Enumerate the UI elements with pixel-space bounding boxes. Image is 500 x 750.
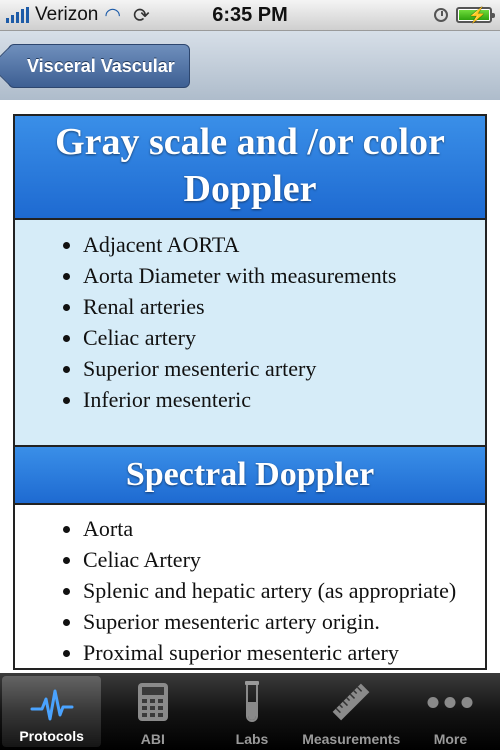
list-item: Aorta Diameter with measurements bbox=[83, 260, 485, 291]
tab-more[interactable]: More bbox=[401, 673, 500, 750]
tab-label: ABI bbox=[140, 731, 165, 747]
list-item: Inferior mesenteric bbox=[83, 384, 485, 415]
navigation-bar: Visceral Vascular bbox=[0, 31, 500, 101]
status-time: 6:35 PM bbox=[212, 4, 288, 26]
back-button-label: Visceral Vascular bbox=[27, 56, 175, 76]
protocol-table: Gray scale and /or color Doppler Adjacen… bbox=[13, 114, 487, 670]
tab-label: Labs bbox=[235, 731, 269, 747]
tab-labs[interactable]: Labs bbox=[202, 673, 301, 750]
list-item: Adjacent AORTA bbox=[83, 229, 485, 260]
tab-label: More bbox=[433, 731, 468, 747]
tab-measurements[interactable]: Measurements bbox=[302, 673, 401, 750]
list-item: Aorta bbox=[83, 513, 485, 544]
tab-label: Protocols bbox=[19, 728, 84, 744]
tab-bar: Protocols ABI Labs Measurements More bbox=[0, 673, 500, 750]
list-item: Splenic and hepatic artery (as appropria… bbox=[83, 575, 485, 606]
back-button[interactable]: Visceral Vascular bbox=[8, 44, 190, 88]
protocol-content[interactable]: Gray scale and /or color Doppler Adjacen… bbox=[0, 100, 500, 673]
section-header-doppler: Gray scale and /or color Doppler bbox=[15, 116, 485, 220]
doppler-list: Adjacent AORTA Aorta Diameter with measu… bbox=[15, 229, 485, 415]
tab-label: Measurements bbox=[302, 731, 401, 747]
test-tube-icon bbox=[242, 681, 262, 723]
tab-abi[interactable]: ABI bbox=[103, 673, 202, 750]
ruler-icon bbox=[329, 681, 373, 723]
battery-icon: ⚡ bbox=[456, 7, 495, 24]
pulse-icon bbox=[30, 684, 74, 726]
status-right: ⚡ bbox=[434, 0, 495, 30]
section-body-doppler: Adjacent AORTA Aorta Diameter with measu… bbox=[15, 220, 485, 447]
list-item: Renal arteries bbox=[83, 291, 485, 322]
alarm-clock-icon bbox=[434, 8, 448, 22]
list-item: Celiac Artery bbox=[83, 544, 485, 575]
more-dots-icon bbox=[427, 681, 473, 723]
list-item: Superior mesenteric artery origin. bbox=[83, 606, 485, 637]
list-item: Celiac artery bbox=[83, 322, 485, 353]
list-item: Proximal superior mesenteric artery bbox=[83, 637, 485, 668]
status-bar: Verizon ◠ ⟳ 6:35 PM ⚡ bbox=[0, 0, 500, 31]
tab-protocols[interactable]: Protocols bbox=[2, 676, 102, 747]
list-item: Superior mesenteric artery bbox=[83, 353, 485, 384]
section-header-spectral: Spectral Doppler bbox=[15, 447, 485, 505]
spectral-list: Aorta Celiac Artery Splenic and hepatic … bbox=[15, 513, 485, 668]
calculator-icon bbox=[137, 681, 169, 723]
section-body-spectral: Aorta Celiac Artery Splenic and hepatic … bbox=[15, 505, 485, 668]
